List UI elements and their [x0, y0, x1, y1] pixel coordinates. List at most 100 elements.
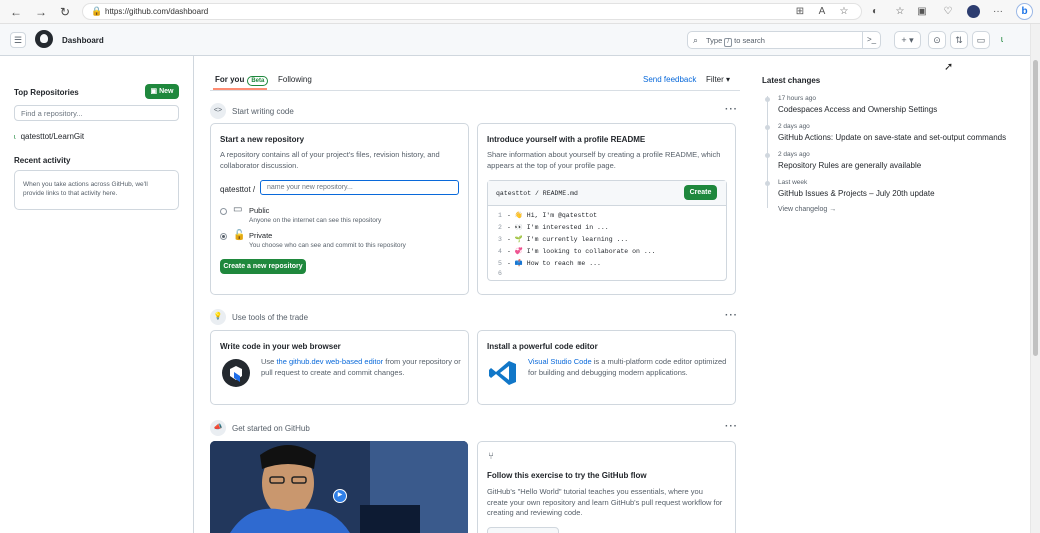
code-editor-card: Install a powerful code editor Visual St…: [477, 330, 736, 405]
tab-following[interactable]: Following: [278, 75, 312, 84]
tab-for-you[interactable]: For you Beta: [215, 75, 269, 86]
collections-icon[interactable]: ▣: [915, 5, 929, 19]
profile-readme-title: Introduce yourself with a profile README: [487, 135, 646, 144]
private-radio[interactable]: [220, 233, 227, 240]
performance-icon[interactable]: ♡: [941, 5, 955, 19]
new-repository-button[interactable]: ▣ New: [145, 84, 179, 99]
public-label: Public: [249, 206, 270, 215]
section-options-icon[interactable]: ···: [725, 421, 738, 432]
play-icon[interactable]: ▶: [333, 489, 347, 503]
profile-avatar[interactable]: [967, 5, 980, 18]
favorites-icon[interactable]: ☆: [893, 5, 907, 19]
send-feedback-link[interactable]: Send feedback: [643, 75, 696, 84]
create-readme-button[interactable]: Create: [684, 185, 717, 200]
left-sidebar: Top Repositories ▣ New ɩqatesttot/LearnG…: [0, 56, 194, 533]
create-repository-button[interactable]: Create a new repository: [220, 259, 306, 274]
section-options-icon[interactable]: ···: [725, 310, 738, 321]
hello-world-video-thumbnail[interactable]: ▶: [210, 441, 468, 533]
page-scrollbar[interactable]: [1030, 24, 1040, 533]
more-options-icon[interactable]: ···: [991, 5, 1005, 19]
new-repository-description: A repository contains all of your projec…: [220, 150, 440, 170]
code-line: 5- 📫 How to reach me ...: [498, 260, 601, 267]
new-repository-title: Start a new repository: [220, 135, 305, 144]
lightbulb-icon: 💡: [210, 309, 226, 325]
change-link[interactable]: GitHub Actions: Update on save-state and…: [778, 133, 1006, 142]
latest-changes-heading: Latest changes: [762, 76, 821, 85]
recent-activity-heading: Recent activity: [14, 156, 71, 165]
public-radio[interactable]: [220, 208, 227, 215]
user-avatar[interactable]: ɩ: [995, 31, 1009, 49]
lock-icon: 🔓: [233, 230, 246, 241]
code-line: 4- 💞️ I'm looking to collaborate on ...: [498, 248, 656, 255]
public-description: Anyone on the internet can see this repo…: [249, 217, 382, 224]
back-icon[interactable]: ←: [8, 4, 24, 20]
extension-icon[interactable]: ◐: [868, 5, 882, 19]
git-branch-icon: ⑂: [488, 451, 494, 462]
search-placeholder: Type / to search: [706, 36, 765, 47]
caret-down-icon: ▾: [726, 75, 731, 84]
timeline-dot: [765, 181, 770, 186]
issues-icon[interactable]: ⊙: [928, 31, 946, 49]
change-link[interactable]: Repository Rules are generally available: [778, 161, 921, 170]
url-text: https://github.com/dashboard: [105, 7, 209, 16]
forward-icon[interactable]: →: [33, 4, 49, 20]
code-editor-description: Visual Studio Code is a multi-platform c…: [528, 357, 727, 377]
apps-icon[interactable]: ⊞: [793, 5, 807, 19]
slash-key-hint: /: [724, 38, 733, 47]
inbox-icon[interactable]: ▭: [972, 31, 990, 49]
pull-requests-icon[interactable]: ⇅: [950, 31, 968, 49]
change-date: 2 days ago: [778, 123, 810, 130]
filter-dropdown[interactable]: Filter ▾: [706, 75, 730, 84]
search-input[interactable]: ⌕ Type / to search >_: [687, 31, 881, 49]
timeline-dot: [765, 125, 770, 130]
github-dev-logo-icon: [222, 359, 250, 387]
vscode-link[interactable]: Visual Studio Code: [528, 357, 592, 366]
github-flow-card: ⑂ Follow this exercise to try the GitHub…: [477, 441, 736, 533]
repository-name-input[interactable]: [260, 180, 459, 195]
read-aloud-icon[interactable]: A: [815, 5, 829, 19]
public-repo-icon: ▭: [233, 204, 243, 215]
scrollbar-thumb[interactable]: [1033, 60, 1038, 356]
find-repository-input[interactable]: [14, 105, 179, 121]
code-line: 1- 👋 Hi, I'm @qatesttot: [498, 212, 598, 219]
repo-icon: ▣: [150, 88, 158, 95]
repository-link[interactable]: ɩ qatesttot/LearnGit: [14, 132, 84, 141]
readme-preview: qatesttot / README.md Create 1- 👋 Hi, I'…: [487, 180, 727, 281]
change-date: 17 hours ago: [778, 95, 816, 102]
web-editor-title: Write code in your web browser: [220, 342, 341, 351]
create-new-button[interactable]: + ▾: [894, 31, 921, 49]
new-repository-card: Start a new repository A repository cont…: [210, 123, 469, 295]
change-link[interactable]: GitHub Issues & Projects – July 20th upd…: [778, 189, 935, 198]
vscode-logo-icon: [489, 361, 516, 385]
private-label: Private: [249, 231, 273, 240]
megaphone-icon: 📣: [210, 420, 226, 436]
code-icon: <>: [210, 103, 226, 119]
github-dev-link[interactable]: the github.dev web-based editor: [276, 357, 383, 366]
command-palette-icon[interactable]: >_: [862, 32, 880, 48]
profile-readme-card: Introduce yourself with a profile README…: [477, 123, 736, 295]
github-header: ☰ Dashboard ⌕ Type / to search >_ + ▾ ⊙ …: [0, 24, 1030, 56]
change-link[interactable]: Codespaces Access and Ownership Settings: [778, 105, 937, 114]
page-title[interactable]: Dashboard: [62, 36, 104, 45]
profile-readme-description: Share information about yourself by crea…: [487, 150, 721, 170]
code-line: 3- 🌱 I'm currently learning ...: [498, 236, 629, 243]
favorite-star-icon[interactable]: ☆: [837, 5, 851, 19]
repository-owner: qatesttot /: [220, 185, 256, 194]
search-icon: ⌕: [693, 35, 699, 45]
browser-toolbar: ← → ↻ 🔒 https://github.com/dashboard ⊞ A…: [0, 0, 1040, 24]
top-repositories-heading: Top Repositories: [14, 88, 79, 97]
change-date: Last week: [778, 179, 808, 186]
bing-icon[interactable]: b: [1016, 3, 1033, 20]
web-editor-card: Write code in your web browser Use the g…: [210, 330, 469, 405]
address-bar[interactable]: 🔒 https://github.com/dashboard: [82, 3, 862, 20]
recent-activity-empty: When you take actions across GitHub, we'…: [14, 170, 179, 210]
code-line: 6: [498, 270, 502, 277]
github-flow-title: Follow this exercise to try the GitHub f…: [487, 471, 647, 480]
flow-start-button[interactable]: [487, 527, 559, 533]
hamburger-menu-icon[interactable]: ☰: [10, 32, 26, 48]
section-options-icon[interactable]: ···: [725, 104, 738, 115]
view-changelog-link[interactable]: View changelog →: [778, 206, 836, 213]
refresh-icon[interactable]: ↻: [57, 4, 73, 20]
change-date: 2 days ago: [778, 151, 810, 158]
github-logo-icon[interactable]: [35, 30, 53, 48]
